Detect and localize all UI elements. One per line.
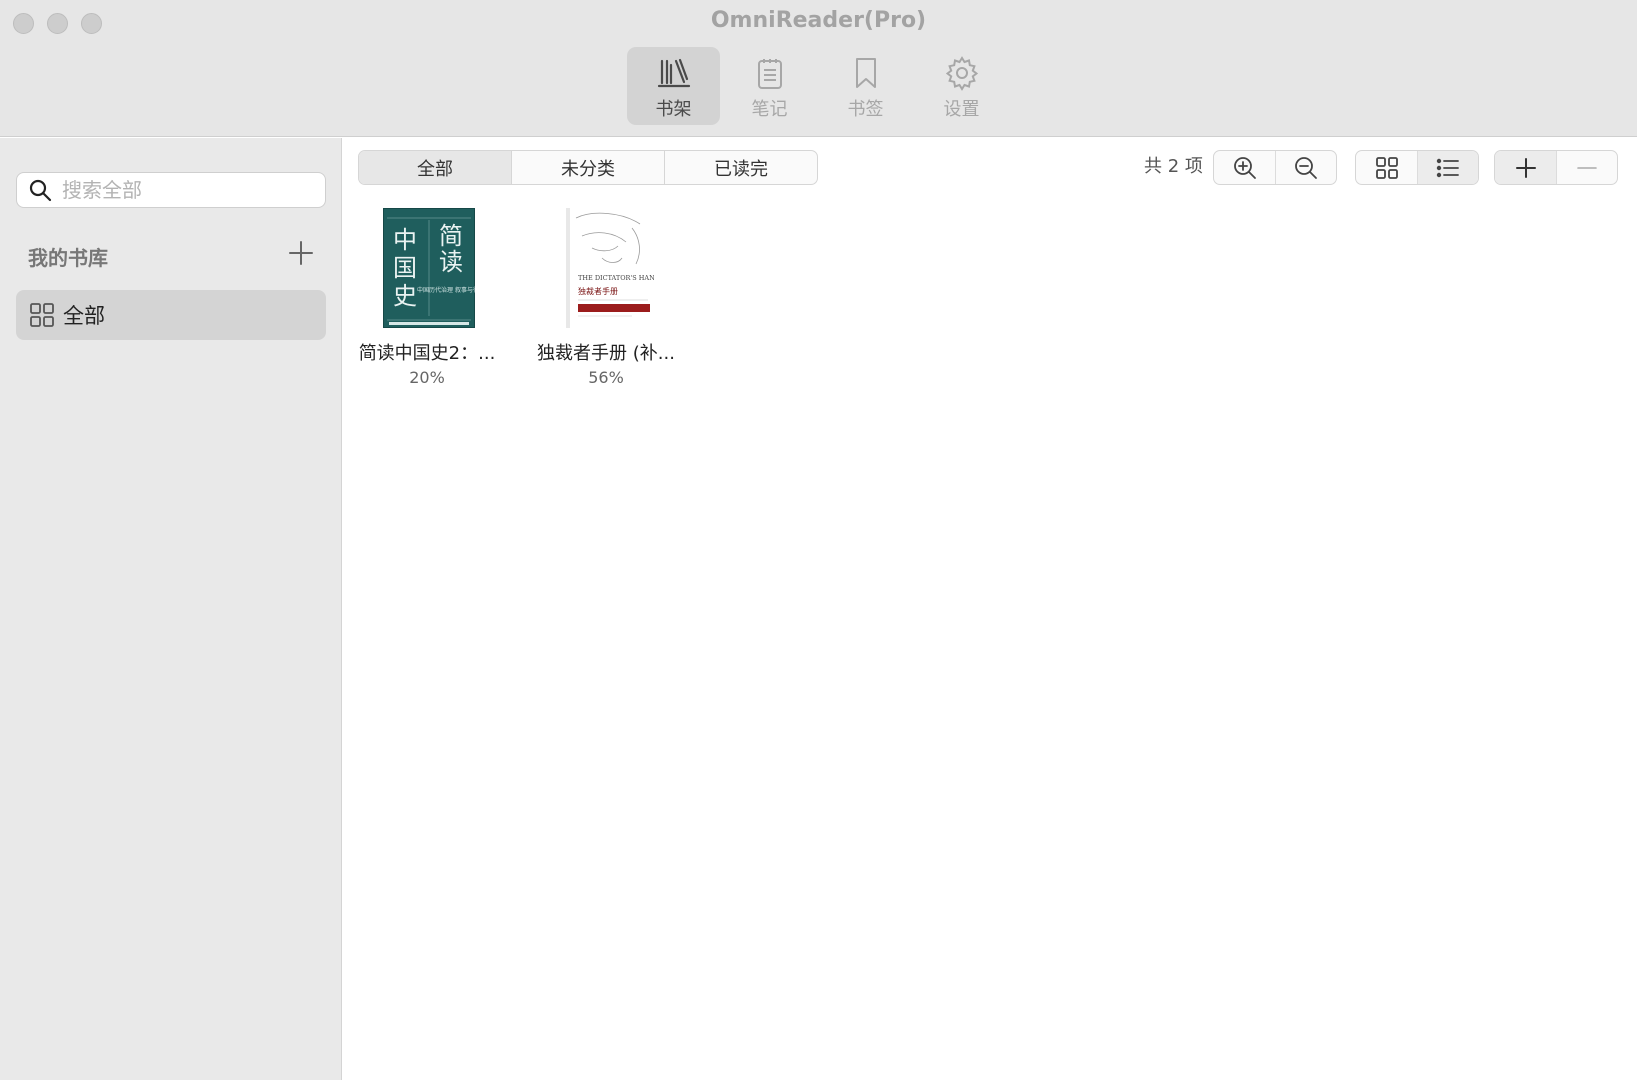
window-title: OmniReader(Pro) (710, 8, 927, 33)
add-book-button[interactable] (1495, 151, 1556, 184)
zoom-control (1213, 150, 1337, 185)
plus-icon (1515, 157, 1536, 178)
cover-char: 中 (393, 226, 417, 254)
notes-icon (757, 59, 782, 89)
bookmark-icon (855, 58, 876, 88)
sidebar-item-all[interactable]: 全部 (16, 290, 326, 340)
zoom-in-button[interactable] (1214, 151, 1275, 184)
search-icon (29, 179, 52, 202)
tab-label: 书签 (847, 99, 884, 120)
list-view-button[interactable] (1417, 151, 1478, 184)
cover-char: 读 (439, 248, 463, 276)
book-cover[interactable]: 中 国 史 简 读 中国历代治理 叙事与得失 (383, 208, 475, 328)
zoom-out-button[interactable] (1275, 151, 1336, 184)
filter-all-button[interactable]: 全部 (359, 151, 512, 184)
sidebar-item-label: 全部 (63, 304, 105, 328)
minus-icon (1577, 166, 1597, 169)
gear-icon (945, 56, 978, 91)
grid-view-icon (1375, 156, 1398, 179)
tab-label: 笔记 (751, 99, 788, 120)
add-library-button[interactable] (286, 238, 316, 268)
library-heading: 我的书库 (28, 246, 108, 270)
filter-uncategorized-button[interactable]: 未分类 (512, 151, 665, 184)
book-progress: 20% (409, 368, 445, 387)
zoom-out-icon (1295, 156, 1317, 179)
book-cover[interactable]: THE DICTATOR'S HANDBOOK 独裁者手册 (562, 208, 654, 328)
cover-cn-title: 独裁者手册 (578, 286, 618, 296)
grid-icon (30, 303, 54, 327)
book-title: 简读中国史2：... (358, 343, 496, 364)
tab-label: 设置 (943, 99, 980, 120)
edit-control (1494, 150, 1618, 185)
main-content: 全部 未分类 已读完 共 2 项 中 国 史 简 读 中国历代治理 叙事与 简读… (343, 138, 1637, 1080)
list-view-icon (1436, 158, 1459, 177)
sidebar: 我的书库 全部 (0, 138, 342, 1080)
tab-settings[interactable]: 设置 (915, 47, 1008, 125)
filter-finished-button[interactable]: 已读完 (665, 151, 817, 184)
tab-bookshelf[interactable]: 书架 (627, 47, 720, 125)
book-progress: 56% (588, 368, 624, 387)
zoom-in-icon (1233, 156, 1256, 179)
item-count: 共 2 项 (1144, 156, 1203, 177)
cover-char: 史 (393, 282, 417, 310)
app-window: OmniReader(Pro) 书架 笔记 书签 设置 搜索全部 我的书库 全部… (0, 0, 1637, 1080)
bookshelf-icon (657, 58, 690, 88)
grid-view-button[interactable] (1356, 151, 1417, 184)
cover-subtitle: 中国历代治理 叙事与得失 (417, 286, 475, 294)
cover-char: 简 (439, 222, 463, 250)
title-bar: OmniReader(Pro) 书架 笔记 书签 设置 (0, 0, 1637, 137)
tab-notes[interactable]: 笔记 (723, 47, 816, 125)
tab-bookmarks[interactable]: 书签 (819, 47, 912, 125)
tab-label: 书架 (655, 99, 692, 120)
search-box[interactable] (16, 172, 326, 208)
search-input[interactable] (62, 178, 302, 202)
main-tabs: 书架 笔记 书签 设置 (627, 47, 1011, 125)
book-title: 独裁者手册 (补... (537, 343, 675, 364)
cover-char: 国 (393, 254, 417, 282)
view-mode-control (1355, 150, 1479, 185)
filter-segmented-control: 全部 未分类 已读完 (358, 150, 818, 185)
remove-book-button[interactable] (1556, 151, 1617, 184)
cover-en-title: THE DICTATOR'S HANDBOOK (578, 274, 654, 282)
